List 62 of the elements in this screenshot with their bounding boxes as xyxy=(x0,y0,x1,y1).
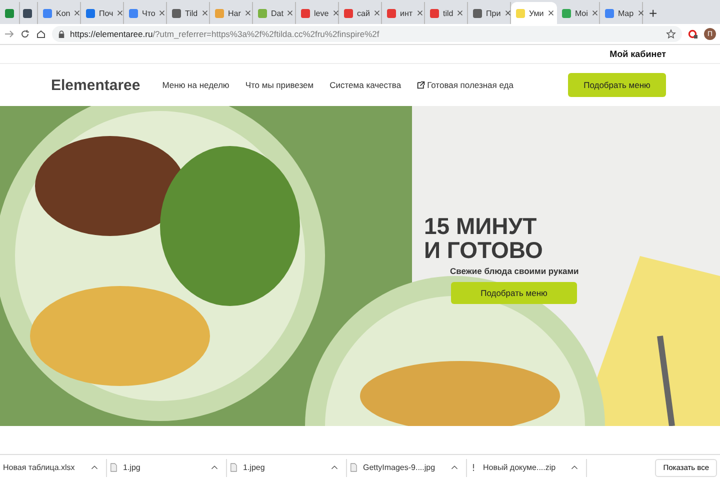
caret-icon[interactable] xyxy=(571,465,578,470)
browser-tab[interactable]: инт xyxy=(382,2,425,24)
warning-icon xyxy=(470,463,477,472)
browser-tab[interactable] xyxy=(20,2,38,24)
external-link-icon xyxy=(417,81,426,89)
reload-icon[interactable] xyxy=(20,29,30,39)
browser-tab[interactable]: Tild xyxy=(167,2,210,24)
download-item[interactable]: GettyImages-9....jpg xyxy=(347,458,467,476)
site-logo[interactable]: Elementaree xyxy=(51,76,140,94)
close-icon[interactable] xyxy=(416,10,423,16)
close-icon[interactable] xyxy=(287,10,294,16)
browser-tab[interactable]: сай xyxy=(339,2,382,24)
close-icon[interactable] xyxy=(74,10,80,16)
hero-subtitle: Свежие блюда своими руками xyxy=(450,266,579,276)
browser-tab[interactable]: Har xyxy=(210,2,253,24)
close-icon[interactable] xyxy=(548,10,554,16)
close-icon[interactable] xyxy=(117,10,124,16)
caret-icon[interactable] xyxy=(211,465,218,470)
caret-icon[interactable] xyxy=(331,465,338,470)
browser-tab[interactable]: tild xyxy=(425,2,468,24)
file-icon xyxy=(350,463,357,472)
nav-link[interactable]: Меню на неделю xyxy=(162,80,230,90)
download-item[interactable]: 1.jpeg xyxy=(227,458,347,476)
nav-link[interactable]: Готовая полезная еда xyxy=(417,80,514,90)
forward-icon[interactable] xyxy=(4,29,14,39)
nav-link[interactable]: Что мы привезем xyxy=(245,80,314,90)
home-icon[interactable] xyxy=(36,29,46,39)
close-icon[interactable] xyxy=(504,10,511,16)
browser-tab[interactable]: Kon xyxy=(38,2,81,24)
pick-menu-button[interactable]: Подобрать меню xyxy=(451,282,577,304)
close-icon[interactable] xyxy=(244,10,251,16)
browser-tab[interactable]: leve xyxy=(296,2,339,24)
star-icon[interactable] xyxy=(666,29,676,39)
browser-tab[interactable] xyxy=(2,2,20,24)
close-icon[interactable] xyxy=(638,10,644,16)
account-link[interactable]: Мой кабинет xyxy=(610,49,666,59)
browser-tab[interactable]: Moi xyxy=(557,2,600,24)
extension-icon[interactable] xyxy=(688,29,698,39)
pick-menu-button[interactable]: Подобрать меню xyxy=(568,73,666,97)
hero-title: 15 МИНУТ И ГОТОВО xyxy=(424,214,543,262)
browser-tab[interactable]: Уми xyxy=(511,2,557,24)
caret-icon[interactable] xyxy=(91,465,98,470)
new-tab-button[interactable]: + xyxy=(643,2,664,24)
download-item[interactable]: Новый докуме....zip xyxy=(467,458,587,476)
close-icon[interactable] xyxy=(202,10,208,16)
close-icon[interactable] xyxy=(592,10,598,16)
caret-icon[interactable] xyxy=(451,465,458,470)
browser-tab[interactable]: Map xyxy=(600,2,643,24)
close-icon[interactable] xyxy=(332,10,339,16)
close-icon[interactable] xyxy=(457,10,464,16)
close-icon[interactable] xyxy=(159,10,166,16)
nav-link[interactable]: Система качества xyxy=(330,80,402,90)
file-icon xyxy=(230,463,237,472)
lock-icon xyxy=(58,30,65,38)
download-item[interactable]: 1.jpg xyxy=(107,458,227,476)
browser-tab[interactable]: Dat xyxy=(253,2,296,24)
file-icon xyxy=(110,463,117,472)
address-field[interactable]: https://elementaree.ru/?utm_referrer=https%3a%2f%2ftilda.cc%2fru%2finspire%2f xyxy=(52,26,682,42)
close-icon[interactable] xyxy=(374,10,380,16)
download-item[interactable]: Новая таблица.xlsx xyxy=(0,458,107,476)
browser-tab[interactable]: Что xyxy=(124,2,167,24)
browser-tab[interactable]: Поч xyxy=(81,2,124,24)
